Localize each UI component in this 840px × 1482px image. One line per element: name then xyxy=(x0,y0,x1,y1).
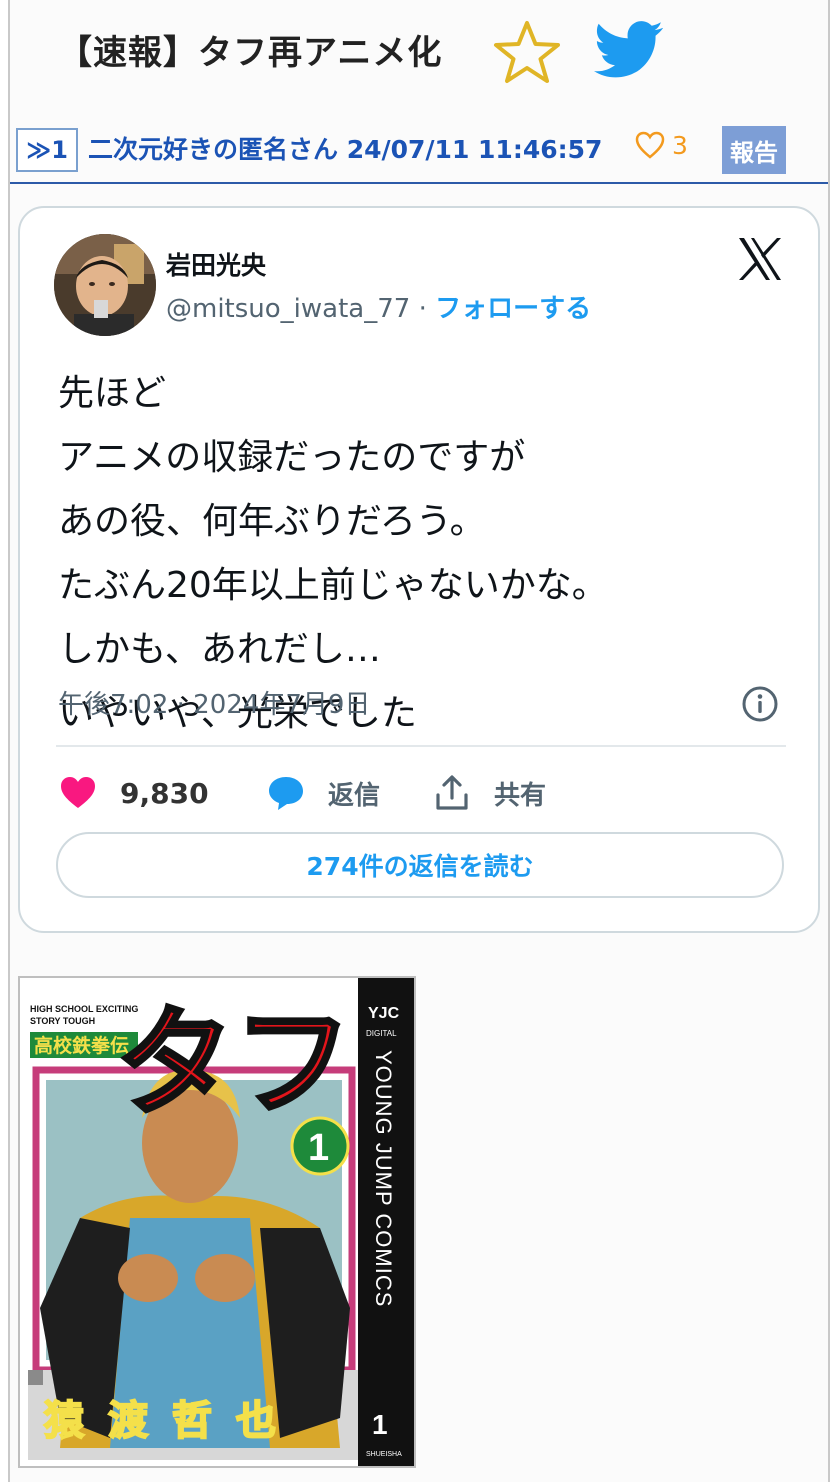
share-upload-icon xyxy=(436,775,468,810)
avatar[interactable] xyxy=(54,234,156,336)
tweet-like-count: 9,830 xyxy=(120,776,209,810)
cover-spine-text: YOUNG JUMP COMICS xyxy=(371,1050,396,1307)
separator: · xyxy=(410,294,436,324)
follow-link[interactable]: フォローする xyxy=(435,294,591,324)
thread-title: 【速報】タフ再アニメ化 xyxy=(58,32,443,73)
embedded-tweet[interactable]: 岩田光央 @mitsuo_iwata_77 · フォローする 先ほど アニメの収… xyxy=(18,206,820,933)
cover-volume: 1 xyxy=(308,1127,329,1169)
manga-cover-artwork: YJC DIGITAL YOUNG JUMP COMICS 1 SHUEISHA… xyxy=(20,978,414,1466)
tweet-author-line: @mitsuo_iwata_77 · フォローする xyxy=(166,288,591,325)
tweet-handle[interactable]: @mitsuo_iwata_77 xyxy=(166,294,410,324)
tweet-actions: 9,830 返信 共有 xyxy=(58,768,798,818)
avatar-image xyxy=(54,234,156,336)
tweet-author-name[interactable]: 岩田光央 xyxy=(166,246,266,282)
reply-label: 返信 xyxy=(328,780,381,811)
divider xyxy=(56,745,786,747)
post-header: ≫1 二次元好きの匿名さん 24/07/11 11:46:57 3 報告 xyxy=(10,118,828,184)
tweet-line: たぶん20年以上前じゃないかな。 xyxy=(58,565,608,606)
heart-icon xyxy=(61,777,95,808)
star-outline-icon[interactable] xyxy=(492,20,562,84)
response-number-link[interactable]: ≫1 xyxy=(16,128,78,172)
thread-title-row: 【速報】タフ再アニメ化 xyxy=(58,14,442,84)
tweet-line: あの役、何年ぶりだろう。 xyxy=(58,501,486,542)
heart-outline-icon xyxy=(635,131,665,159)
cover-subtitle: 高校鉄拳伝 xyxy=(34,1034,129,1057)
cover-logo: タフ xyxy=(116,994,352,1132)
x-logo-icon[interactable] xyxy=(736,236,784,282)
poster-info: 二次元好きの匿名さん 24/07/11 11:46:57 xyxy=(88,135,603,164)
share-label: 共有 xyxy=(494,780,547,811)
tweet-line: 先ほど xyxy=(58,373,167,414)
report-button[interactable]: 報告 xyxy=(722,126,786,174)
cover-tagline-2: STORY TOUGH xyxy=(30,1016,95,1026)
tweet-reply-button[interactable]: 返信 xyxy=(266,768,380,818)
like-count: 3 xyxy=(672,130,688,160)
cover-spine-number: 1 xyxy=(372,1409,388,1440)
cover-digital: DIGITAL xyxy=(366,1029,397,1038)
cover-publisher: YJC xyxy=(368,1005,400,1022)
read-replies-button[interactable]: 274件の返信を読む xyxy=(56,832,784,898)
tweet-line: アニメの収録だったのですが xyxy=(58,437,526,478)
tweet-share-button[interactable]: 共有 xyxy=(432,768,546,818)
manga-cover-image[interactable]: YJC DIGITAL YOUNG JUMP COMICS 1 SHUEISHA… xyxy=(18,976,416,1468)
like-button[interactable]: 3 xyxy=(634,130,688,160)
tweet-like-button[interactable]: 9,830 xyxy=(58,768,209,818)
speech-bubble-icon xyxy=(269,777,303,810)
twitter-bird-icon[interactable] xyxy=(594,20,664,80)
cover-author: 猿渡哲也 xyxy=(44,1398,300,1444)
tweet-line: しかも、あれだし… xyxy=(58,629,381,670)
info-icon[interactable] xyxy=(740,684,780,724)
cover-spine-small: SHUEISHA xyxy=(366,1451,402,1458)
tweet-timestamp[interactable]: 午後7:02 · 2024年7月9日 xyxy=(58,684,370,721)
